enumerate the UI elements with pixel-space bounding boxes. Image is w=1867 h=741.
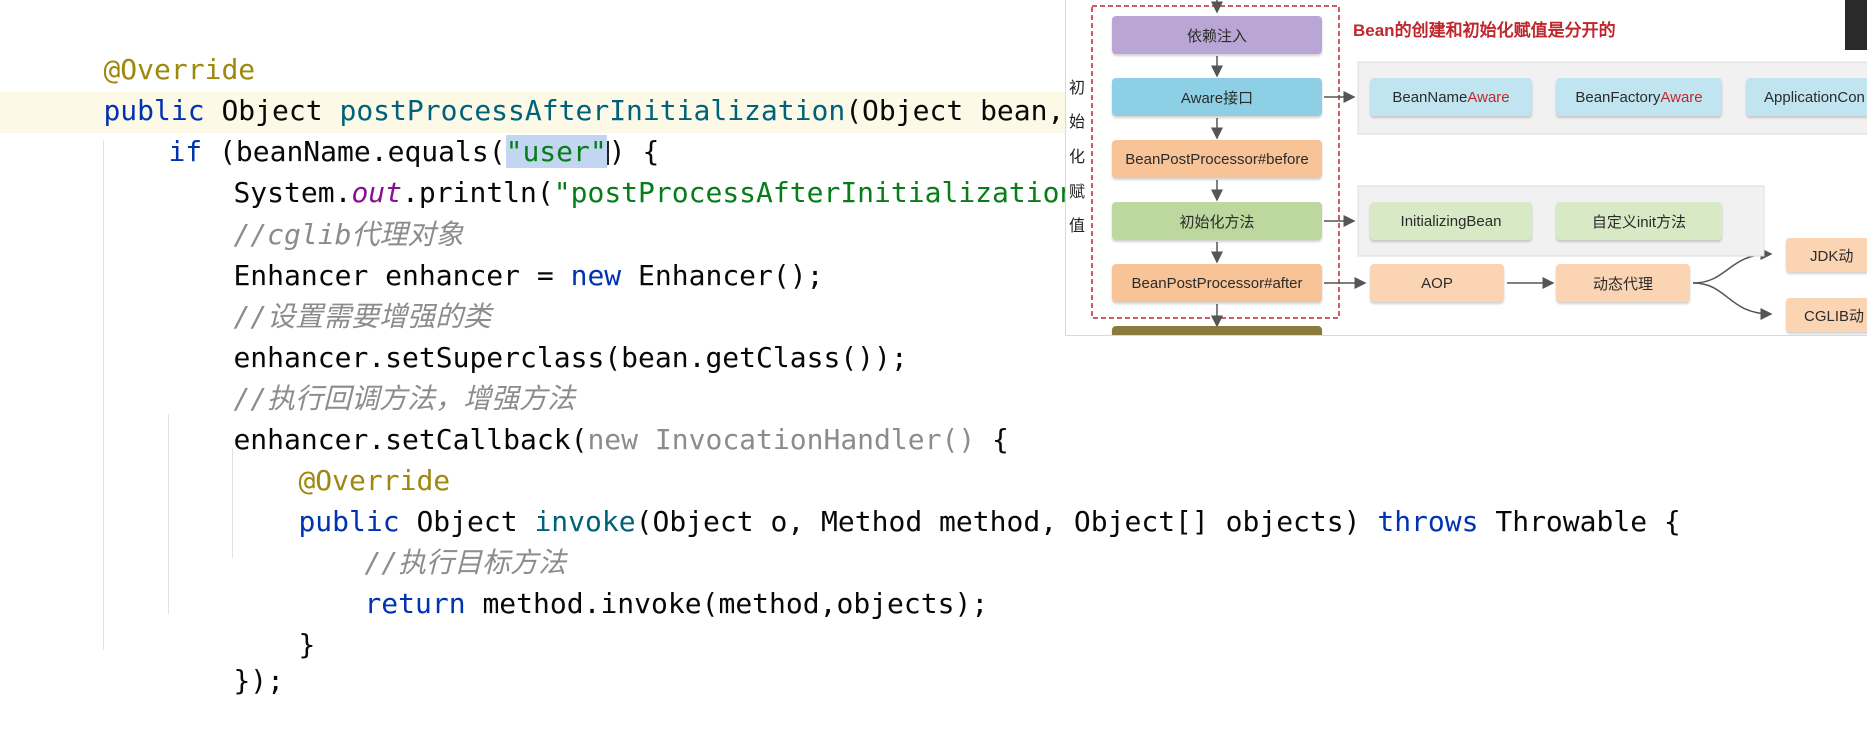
code-line-8[interactable]: enhancer.setSuperclass(bean.getClass()); xyxy=(166,298,907,374)
step-bpp-after: BeanPostProcessor#after xyxy=(1112,264,1322,302)
diagram-title: Bean的创建和初始化赋值是分开的 xyxy=(1353,21,1616,40)
code-text: (Object o, Method method, Object[] objec… xyxy=(635,505,1378,538)
code-line-5[interactable]: //cglib代理对象 xyxy=(166,175,463,251)
code-line-10[interactable]: enhancer.setCallback(new InvocationHandl… xyxy=(166,380,1008,456)
side-label-char: 始 xyxy=(1069,114,1086,131)
step-bpp-before: BeanPostProcessor#before xyxy=(1112,140,1322,178)
keyword: throws xyxy=(1377,505,1479,538)
code-line-6[interactable]: Enhancer enhancer = new Enhancer(); xyxy=(166,216,823,292)
code-line-7[interactable]: //设置需要增强的类 xyxy=(166,257,491,333)
code-line-1[interactable]: @Override xyxy=(36,10,255,86)
window-edge-shadow xyxy=(1845,0,1867,50)
step-dependency-injection: 依赖注入 xyxy=(1112,16,1322,54)
code-text: Throwable { xyxy=(1478,505,1681,538)
code-text: { xyxy=(975,423,1009,456)
box-label: BeanName xyxy=(1392,88,1468,106)
code-text: new InvocationHandler() xyxy=(587,423,976,456)
bean-name-aware-box: BeanName Aware xyxy=(1370,78,1532,116)
side-label-char: 初 xyxy=(1069,80,1086,97)
initializing-bean-box: InitializingBean xyxy=(1370,202,1532,240)
jdk-proxy-box: JDK动 xyxy=(1786,238,1867,272)
box-label-suffix: Aware xyxy=(1660,88,1703,106)
bean-factory-aware-box: BeanFactory Aware xyxy=(1556,78,1722,116)
code-text: }); xyxy=(233,664,285,697)
step-next-partial xyxy=(1112,326,1322,335)
step-aware-interface: Aware接口 xyxy=(1112,78,1322,116)
code-line-2[interactable]: public Object postProcessAfterInitializa… xyxy=(36,51,1165,127)
code-text: method.invoke(method,objects); xyxy=(465,587,989,620)
step-init-method: 初始化方法 xyxy=(1112,202,1322,240)
code-line-3[interactable]: if (beanName.equals("user") { xyxy=(101,92,659,168)
code-text: } xyxy=(298,628,316,661)
side-label-char: 化 xyxy=(1069,149,1086,166)
keyword: return xyxy=(364,587,466,620)
keyword: new xyxy=(570,259,622,292)
code-line-14[interactable]: return method.invoke(method,objects); xyxy=(297,544,988,620)
custom-init-method-box: 自定义init方法 xyxy=(1556,202,1722,240)
box-label: BeanFactory xyxy=(1575,88,1661,106)
aop-box: AOP xyxy=(1370,264,1504,302)
code-line-4[interactable]: System.out.println("postProcessAfterInit… xyxy=(166,133,1160,209)
code-line-16[interactable]: }); xyxy=(166,621,284,697)
box-label-suffix: Aware xyxy=(1467,88,1510,106)
side-label-char: 值 xyxy=(1069,218,1086,235)
code-line-11[interactable]: @Override xyxy=(231,421,450,497)
indent-guide xyxy=(103,140,104,650)
dynamic-proxy-box: 动态代理 xyxy=(1556,264,1690,302)
bean-lifecycle-diagram: 依赖注入 Aware接口 BeanPostProcessor#before 初始… xyxy=(1065,0,1867,336)
code-line-13[interactable]: //执行目标方法 xyxy=(297,503,566,579)
code-line-9[interactable]: //执行回调方法，增强方法 xyxy=(166,339,575,415)
code-line-15[interactable]: } xyxy=(231,585,315,661)
side-label-char: 赋 xyxy=(1069,184,1086,201)
cglib-proxy-box: CGLIB动 xyxy=(1786,298,1867,332)
code-text: Enhancer(); xyxy=(621,259,824,292)
code-line-12[interactable]: public Object invoke(Object o, Method me… xyxy=(231,462,1680,538)
application-context-aware-box: ApplicationCon xyxy=(1746,78,1867,116)
